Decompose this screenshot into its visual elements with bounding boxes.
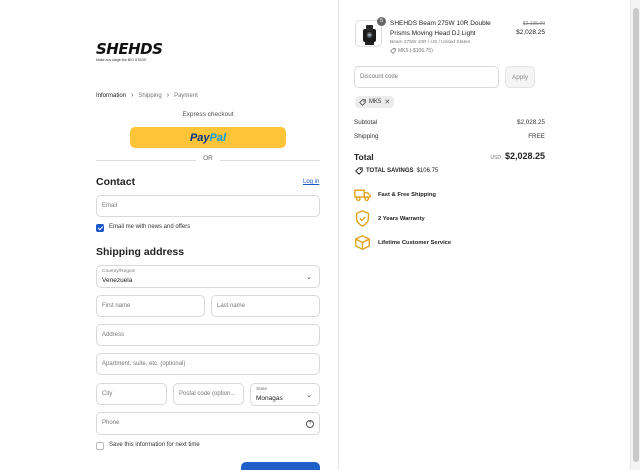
phone-placeholder: Phone	[102, 420, 120, 426]
subtotal-label: Subtotal	[354, 119, 378, 126]
state-select[interactable]: State Monagas ⌄	[250, 383, 320, 406]
save-info-checkbox[interactable]	[96, 442, 104, 450]
breadcrumb-payment: Payment	[174, 92, 198, 99]
remove-code-icon[interactable]: ✕	[384, 98, 390, 106]
discount-code-field[interactable]: Discount code	[354, 66, 499, 88]
country-select[interactable]: Country/Region Venezuela ⌄	[96, 265, 320, 288]
quantity-badge: 5	[377, 17, 386, 26]
original-price: $2,135.00	[522, 21, 545, 27]
address-field[interactable]: Address	[96, 324, 320, 346]
breadcrumb-information[interactable]: Information	[96, 93, 126, 99]
total-amount: USD $2,028.25	[490, 151, 545, 161]
login-link[interactable]: Log in	[303, 179, 319, 185]
package-icon	[355, 234, 370, 251]
apartment-field[interactable]: Apartment, suite, etc. (optional)	[96, 353, 320, 375]
shipping-value: FREE	[528, 133, 545, 140]
city-field[interactable]: City	[96, 383, 167, 405]
paypal-logo-part1: Pay	[189, 131, 210, 144]
discounted-price: $2,028.25	[516, 29, 545, 36]
currency-code: USD	[490, 155, 501, 161]
checkout-form-panel: SHEHDS Make any stage like BIG STAGE Inf…	[0, 0, 338, 470]
divider-line	[96, 160, 196, 161]
help-icon[interactable]: ?	[306, 419, 314, 428]
applied-code-chip: MK5 ✕	[355, 96, 395, 108]
page-scrollbar[interactable]	[630, 0, 640, 470]
first-name-placeholder: First name	[102, 303, 131, 309]
feature-service: Lifetime Customer Service	[354, 234, 451, 251]
shehds-logo[interactable]: SHEHDS Make any stage like BIG STAGE	[96, 40, 163, 62]
chevron-down-icon: ⌄	[306, 273, 312, 281]
feature-warranty-label: 2 Years Warranty	[378, 215, 425, 222]
email-placeholder: Email	[102, 203, 118, 209]
contact-title: Contact	[96, 176, 136, 188]
email-field[interactable]: Email	[96, 195, 320, 217]
subtotal-value: $2,028.25	[516, 119, 545, 126]
discount-code-placeholder: Discount code	[360, 74, 399, 80]
feature-shipping-label: Fast & Free Shipping	[378, 191, 436, 198]
chevron-right-icon: ›	[131, 92, 134, 99]
paypal-button[interactable]: Pay Pal	[130, 127, 286, 148]
feature-warranty: 2 Years Warranty	[354, 210, 425, 227]
tag-icon	[390, 48, 396, 54]
save-info-label: Save this information for next time	[109, 442, 200, 448]
divider-line	[220, 160, 320, 161]
or-text: OR	[203, 155, 213, 162]
apartment-placeholder: Apartment, suite, etc. (optional)	[102, 361, 186, 367]
apply-button[interactable]: Apply	[505, 66, 535, 88]
total-label: Total	[354, 152, 374, 162]
product-name: SHEHDS Beam 275W 10R Double Prisms Movin…	[390, 20, 491, 37]
product-discount-text: MK5 (-$106.75)	[398, 48, 433, 54]
feature-service-label: Lifetime Customer Service	[378, 239, 452, 246]
scrollbar-thumb[interactable]	[633, 8, 639, 462]
phone-field[interactable]: Phone ?	[96, 412, 320, 435]
tag-icon	[359, 98, 366, 106]
breadcrumb-shipping: Shipping	[138, 92, 162, 99]
postal-code-field[interactable]: Postal code (option...	[173, 383, 244, 405]
tag-icon	[355, 167, 363, 175]
breadcrumb: Information › Shipping › Payment	[96, 92, 198, 99]
warranty-shield-icon	[355, 210, 370, 227]
total-value: $2,028.25	[504, 151, 545, 161]
feature-shipping: Fast & Free Shipping	[354, 186, 436, 203]
savings-value: $106.75	[416, 168, 439, 174]
continue-button[interactable]	[241, 462, 320, 470]
newsletter-checkbox[interactable]	[96, 224, 104, 232]
product-discount-note: MK5 (-$106.75)	[390, 48, 433, 54]
last-name-field[interactable]: Last name	[211, 295, 320, 317]
postal-code-placeholder: Postal code (option...	[179, 391, 236, 397]
address-placeholder: Address	[102, 332, 125, 338]
chevron-down-icon: ⌄	[306, 391, 312, 399]
state-value: Monagas	[256, 395, 283, 402]
savings-label: TOTAL SAVINGS	[366, 168, 414, 174]
or-divider: OR	[96, 155, 320, 165]
logo-text: SHEHDS	[96, 40, 163, 58]
logo-tagline: Make any stage like BIG STAGE	[96, 58, 147, 62]
shipping-address-title: Shipping address	[96, 246, 185, 258]
state-label: State	[256, 387, 268, 392]
chevron-right-icon: ›	[166, 92, 170, 99]
shipping-label: Shipping	[354, 133, 379, 140]
last-name-placeholder: Last name	[217, 303, 246, 309]
product-variant: Beam 275W 10R / US / United States	[390, 40, 470, 45]
country-value: Venezuela	[102, 277, 133, 284]
paypal-logo-part2: Pal	[209, 131, 227, 144]
total-savings: TOTAL SAVINGS $106.75	[355, 167, 438, 175]
truck-icon	[354, 189, 371, 202]
first-name-field[interactable]: First name	[96, 295, 205, 317]
country-label: Country/Region	[102, 269, 136, 274]
express-checkout-label: Express checkout	[182, 111, 234, 118]
newsletter-label: Email me with news and offers	[109, 224, 191, 230]
city-placeholder: City	[102, 391, 113, 397]
applied-code-text: MK5	[369, 99, 382, 105]
